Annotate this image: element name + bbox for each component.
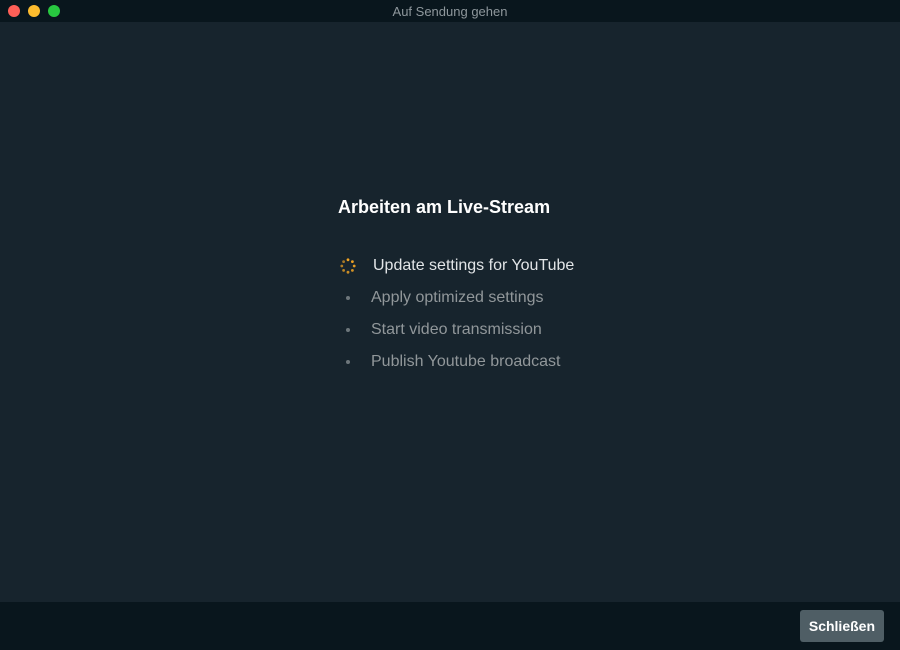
app-window: Auf Sendung gehen Arbeiten am Live-Strea… — [0, 0, 900, 650]
progress-panel: Arbeiten am Live-Stream Update settings … — [338, 196, 638, 378]
bullet-dot-icon — [346, 296, 350, 300]
step-list: Update settings for YouTube Apply optimi… — [338, 250, 638, 378]
step-status-marker — [338, 250, 360, 282]
step-item-update-settings: Update settings for YouTube — [338, 250, 638, 282]
title-bar: Auf Sendung gehen — [0, 0, 900, 22]
bullet-dot-icon — [346, 328, 350, 332]
step-label: Start video transmission — [371, 321, 542, 338]
step-status-marker — [338, 346, 360, 378]
footer-bar: Schließen — [0, 602, 900, 650]
loading-spinner-icon — [340, 258, 356, 274]
page-title: Arbeiten am Live-Stream — [338, 197, 551, 217]
step-status-marker — [338, 314, 360, 346]
window-title: Auf Sendung gehen — [392, 4, 508, 19]
step-label: Update settings for YouTube — [373, 257, 575, 274]
step-item-start-transmission: Start video transmission — [338, 314, 638, 346]
close-button[interactable]: Schließen — [799, 610, 884, 642]
step-status-marker — [338, 282, 360, 314]
step-label: Publish Youtube broadcast — [371, 353, 561, 370]
bullet-dot-icon — [346, 360, 350, 364]
step-item-apply-settings: Apply optimized settings — [338, 282, 638, 314]
step-label: Apply optimized settings — [371, 289, 544, 306]
step-item-publish-broadcast: Publish Youtube broadcast — [338, 346, 638, 378]
